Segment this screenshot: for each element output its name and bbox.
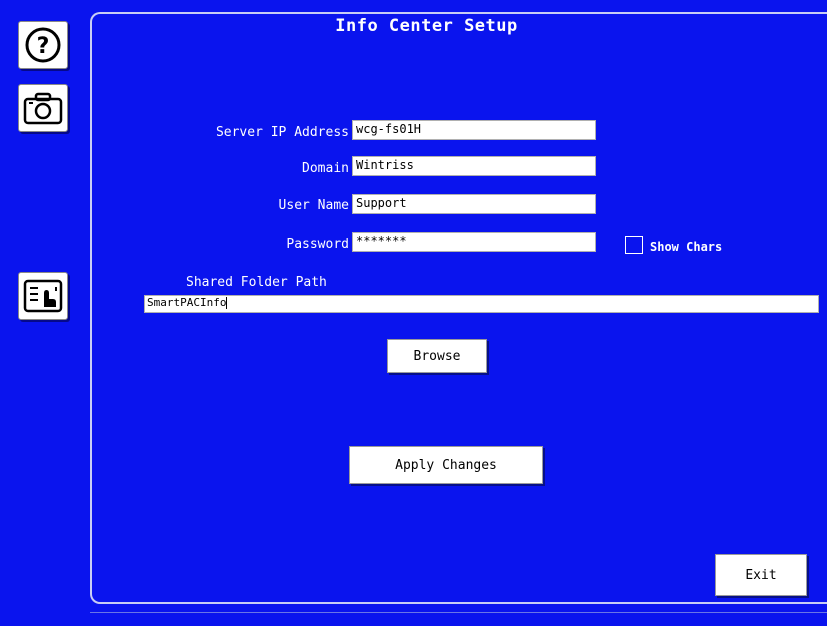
touch-list-icon [22,277,64,315]
show-chars-checkbox[interactable] [625,236,643,254]
shared-folder-value: SmartPACInfo [147,296,227,309]
show-chars-label: Show Chars [650,240,723,254]
server-ip-label: Server IP Address [215,125,349,140]
text-caret [226,297,228,309]
browse-button[interactable]: Browse [387,339,487,373]
password-input[interactable]: ******* [352,232,596,252]
shared-folder-label: Shared Folder Path [186,275,327,290]
user-name-label: User Name [278,198,349,213]
svg-text:?: ? [37,34,50,59]
user-name-input[interactable]: Support [352,194,596,214]
camera-button[interactable] [18,84,68,132]
exit-button[interactable]: Exit [715,554,807,596]
domain-label: Domain [302,161,349,176]
touch-list-button[interactable] [18,272,68,320]
camera-icon [22,90,64,126]
page-title: Info Center Setup [335,16,518,36]
shared-folder-input[interactable]: SmartPACInfo [144,295,819,313]
domain-input[interactable]: Wintriss [352,156,596,176]
server-ip-input[interactable]: wcg-fs01H [352,120,596,140]
bottom-divider [90,612,827,613]
password-label: Password [286,237,349,252]
apply-changes-button[interactable]: Apply Changes [349,446,543,484]
